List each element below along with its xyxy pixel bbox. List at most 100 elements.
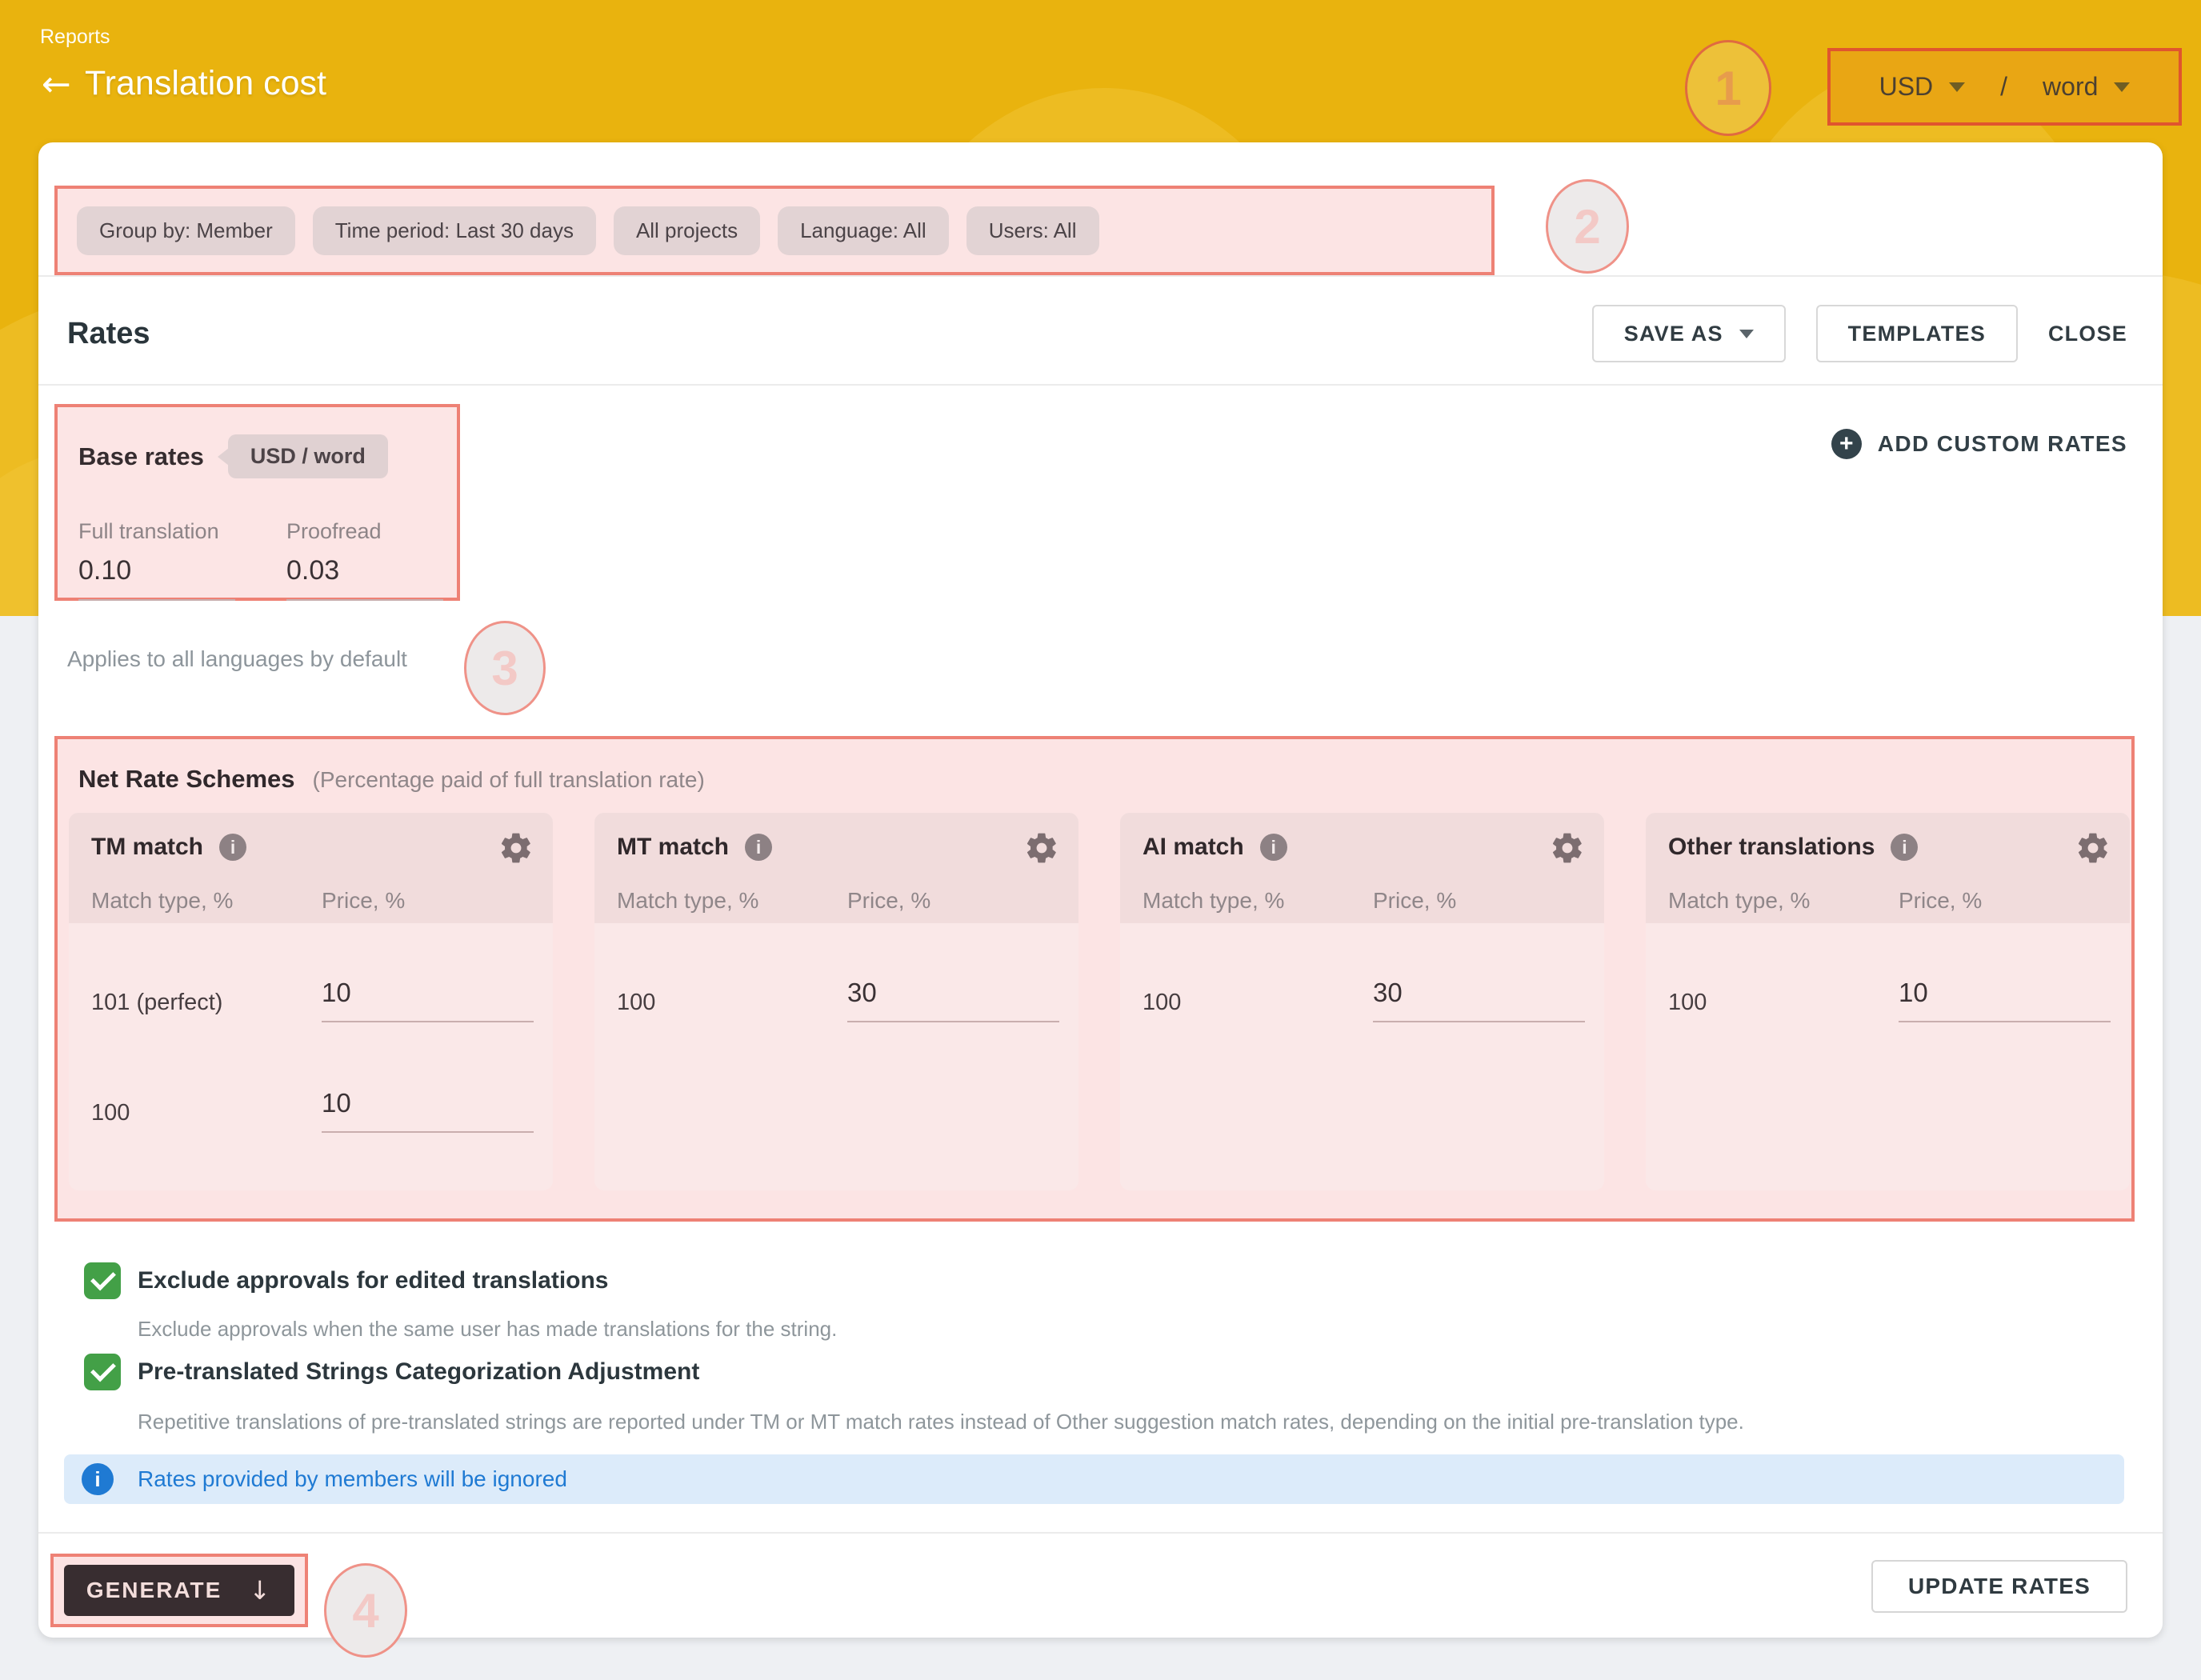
price-input[interactable]: 10	[1899, 978, 2111, 1022]
chevron-down-icon	[1739, 330, 1754, 338]
match-type-value: 100	[1143, 990, 1373, 1022]
settings-gear-icon[interactable]	[498, 830, 534, 866]
full-translation-input[interactable]: 0.10	[78, 555, 235, 601]
unit-value: word	[2043, 72, 2098, 102]
rates-actions: SAVE AS TEMPLATES CLOSE	[1592, 305, 2127, 362]
filters-annotation-box: Group by: Member Time period: Last 30 da…	[54, 186, 1495, 275]
pretranslated-adjustment-label[interactable]: Pre-translated Strings Categorization Ad…	[138, 1354, 699, 1390]
match-type-value: 101 (perfect)	[91, 990, 322, 1022]
info-icon[interactable]: i	[1891, 834, 1918, 861]
match-type-value: 100	[617, 990, 847, 1022]
exclude-approvals-description: Exclude approvals when the same user has…	[138, 1317, 837, 1342]
filter-chip-projects[interactable]: All projects	[614, 206, 760, 255]
mt-match-title: MT match	[617, 834, 729, 861]
report-settings-card: Group by: Member Time period: Last 30 da…	[38, 142, 2163, 1638]
rate-row: 100 30	[1120, 978, 1604, 1022]
match-type-column-header: Match type, %	[91, 888, 322, 914]
currency-value: USD	[1879, 72, 1934, 102]
unit-select[interactable]: word	[2043, 72, 2130, 102]
page-title: Translation cost	[85, 64, 326, 103]
settings-gear-icon[interactable]	[1550, 830, 1585, 866]
proofread-field: Proofread 0.03	[286, 519, 443, 601]
ai-match-card: AI match i Match type, % Price, % 100 30	[1120, 813, 1604, 1190]
annotation-step-1: 1	[1685, 40, 1771, 136]
applies-note: Applies to all languages by default	[67, 646, 407, 672]
mt-match-card: MT match i Match type, % Price, % 100 30	[594, 813, 1078, 1190]
full-translation-label: Full translation	[78, 519, 235, 544]
currency-unit-selector: USD / word	[1827, 48, 2182, 126]
update-rates-label: UPDATE RATES	[1908, 1574, 2091, 1599]
chevron-down-icon	[1949, 82, 1965, 92]
price-column-header: Price, %	[1373, 888, 1585, 914]
settings-gear-icon[interactable]	[2075, 830, 2111, 866]
filter-chip-language[interactable]: Language: All	[778, 206, 949, 255]
annotation-step-2: 2	[1546, 179, 1629, 274]
match-type-value: 100	[91, 1100, 322, 1133]
generate-button[interactable]: GENERATE ↓	[64, 1565, 294, 1616]
rate-row: 100 10	[69, 1088, 553, 1133]
proofread-input[interactable]: 0.03	[286, 555, 443, 601]
net-rate-schemes-subtitle: (Percentage paid of full translation rat…	[313, 767, 705, 793]
net-rate-schemes-title: Net Rate Schemes	[78, 765, 295, 794]
match-type-column-header: Match type, %	[1143, 888, 1373, 914]
price-input[interactable]: 10	[322, 1088, 534, 1133]
rate-row: 100 10	[1646, 978, 2130, 1022]
translation-cost-page: Reports ← Translation cost 1 USD / word …	[0, 0, 2201, 1680]
currency-unit-separator: /	[2000, 72, 2007, 102]
generate-annotation-box: GENERATE ↓	[50, 1554, 308, 1627]
exclude-approvals-label[interactable]: Exclude approvals for edited translation…	[138, 1262, 609, 1299]
currency-select[interactable]: USD	[1879, 72, 1966, 102]
info-banner: i Rates provided by members will be igno…	[64, 1454, 2124, 1504]
info-icon[interactable]: i	[219, 834, 246, 861]
generate-label: GENERATE	[86, 1578, 222, 1603]
save-as-button[interactable]: SAVE AS	[1592, 305, 1786, 362]
rate-row: 100 30	[594, 978, 1078, 1022]
annotation-step-3: 3	[464, 621, 546, 715]
info-icon[interactable]: i	[1260, 834, 1287, 861]
download-arrow-icon: ↓	[249, 1575, 272, 1606]
other-translations-title: Other translations	[1668, 834, 1875, 861]
price-input[interactable]: 30	[847, 978, 1059, 1022]
templates-label: TEMPLATES	[1848, 322, 1986, 346]
rate-row: 101 (perfect) 10	[69, 978, 553, 1022]
back-arrow-icon[interactable]: ←	[42, 64, 71, 105]
annotation-step-4: 4	[324, 1563, 407, 1658]
proofread-label: Proofread	[286, 519, 443, 544]
match-type-column-header: Match type, %	[617, 888, 847, 914]
templates-button[interactable]: TEMPLATES	[1816, 305, 2018, 362]
price-input[interactable]: 30	[1373, 978, 1585, 1022]
add-custom-rates-label: ADD CUSTOM RATES	[1878, 431, 2127, 457]
filter-chip-group-by[interactable]: Group by: Member	[77, 206, 295, 255]
chevron-down-icon	[2114, 82, 2130, 92]
divider	[38, 1532, 2163, 1534]
close-button[interactable]: CLOSE	[2048, 322, 2127, 346]
price-column-header: Price, %	[322, 888, 534, 914]
add-custom-rates-button[interactable]: + ADD CUSTOM RATES	[1831, 429, 2127, 459]
match-type-value: 100	[1668, 990, 1899, 1022]
pretranslated-adjustment-checkbox[interactable]	[84, 1354, 121, 1390]
info-icon: i	[82, 1463, 114, 1495]
price-column-header: Price, %	[1899, 888, 2111, 914]
pretranslated-adjustment-description: Repetitive translations of pre-translate…	[138, 1410, 1744, 1434]
breadcrumb[interactable]: Reports	[40, 26, 110, 49]
net-rate-schemes-annotation-box: Net Rate Schemes (Percentage paid of ful…	[54, 736, 2135, 1222]
currency-unit-badge: USD / word	[228, 434, 388, 478]
filter-chip-users[interactable]: Users: All	[966, 206, 1099, 255]
divider	[38, 275, 2163, 277]
plus-icon: +	[1831, 429, 1862, 459]
info-icon[interactable]: i	[745, 834, 772, 861]
tm-match-title: TM match	[91, 834, 203, 861]
price-input[interactable]: 10	[322, 978, 534, 1022]
base-rates-annotation-box: Base rates USD / word Full translation 0…	[54, 404, 460, 601]
base-rates-title: Base rates	[78, 442, 204, 471]
price-column-header: Price, %	[847, 888, 1059, 914]
update-rates-button[interactable]: UPDATE RATES	[1871, 1560, 2127, 1613]
ai-match-title: AI match	[1143, 834, 1244, 861]
full-translation-field: Full translation 0.10	[78, 519, 235, 601]
rates-section-title: Rates	[67, 317, 150, 351]
other-translations-card: Other translations i Match type, % Price…	[1646, 813, 2130, 1190]
filter-chip-time-period[interactable]: Time period: Last 30 days	[313, 206, 596, 255]
tm-match-card: TM match i Match type, % Price, % 101 (p…	[69, 813, 553, 1190]
exclude-approvals-checkbox[interactable]	[84, 1262, 121, 1299]
settings-gear-icon[interactable]	[1024, 830, 1059, 866]
